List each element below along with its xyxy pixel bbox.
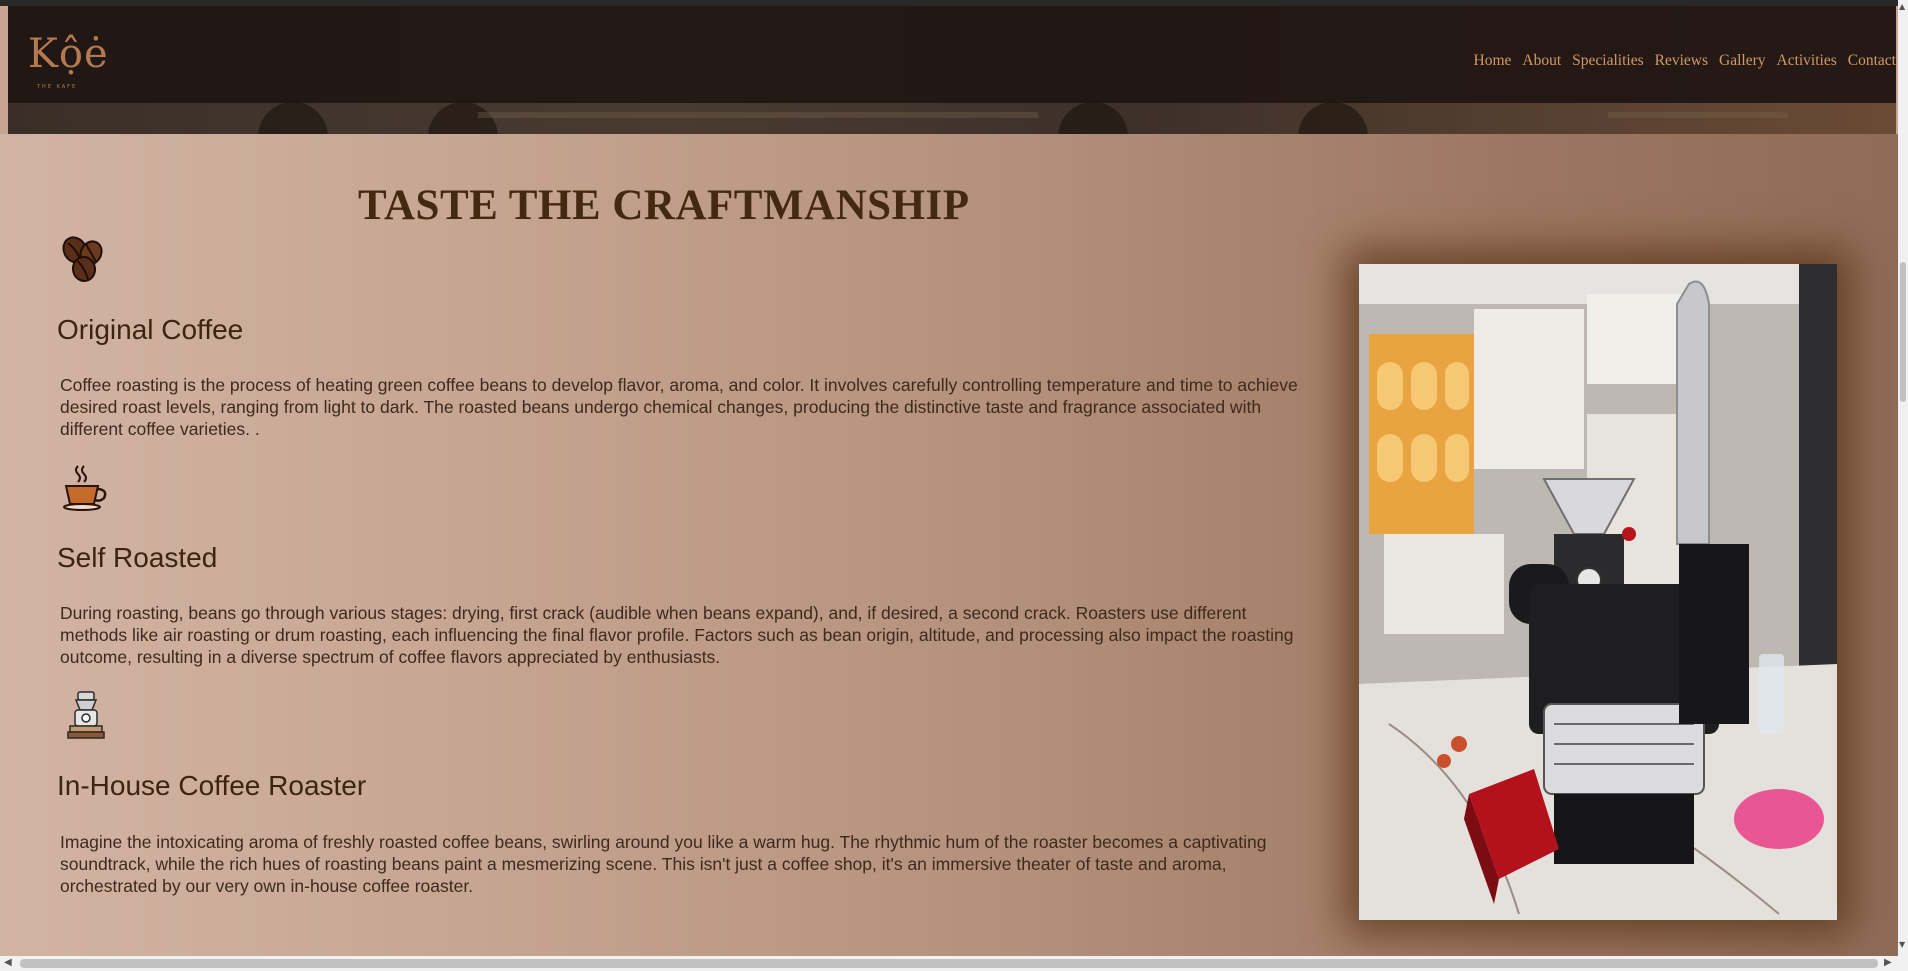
nav-specialities-link[interactable]: Specialities: [1572, 52, 1643, 70]
feature-title-original-coffee: Original Coffee: [57, 314, 244, 345]
feature-text-original-coffee: Coffee roasting is the process of heatin…: [60, 375, 1298, 439]
scroll-up-arrow-icon[interactable]: ▲: [1899, 2, 1905, 11]
hero-beam: [1608, 112, 1788, 118]
nav-gallery-link[interactable]: Gallery: [1719, 52, 1765, 70]
nav-home-link[interactable]: Home: [1474, 52, 1512, 70]
section-heading: TASTE THE CRAFTMANSHIP: [358, 182, 970, 229]
scroll-right-arrow-icon[interactable]: ▶: [1884, 957, 1892, 968]
logo-subtitle: THE KAFE: [37, 84, 78, 90]
hero-arch: [428, 102, 498, 134]
coffee-roaster-icon: [62, 690, 112, 740]
hero-arch: [1058, 102, 1128, 134]
feature-text-in-house-roaster: Imagine the intoxicating aroma of freshl…: [60, 832, 1267, 896]
vertical-scrollbar[interactable]: ▲ ▼: [1898, 0, 1908, 956]
logo-wordmark: Kộė: [28, 31, 109, 77]
feature-title-self-roasted: Self Roasted: [57, 542, 218, 573]
brand-logo[interactable]: Kộė THE KAFE: [28, 34, 124, 92]
nav-activities-link[interactable]: Activities: [1777, 52, 1837, 70]
scroll-left-arrow-icon[interactable]: ◀: [4, 957, 12, 968]
nav-reviews-link[interactable]: Reviews: [1655, 52, 1708, 70]
nav-contact-link[interactable]: Contact: [1848, 52, 1896, 70]
coffee-beans-icon: [58, 233, 108, 283]
coffee-roaster-photo: [1359, 264, 1837, 920]
feature-text-self-roasted: During roasting, beans go through variou…: [60, 603, 1294, 667]
coffee-cup-icon: [60, 462, 110, 512]
hero-beam: [478, 112, 1038, 118]
hero-arch: [258, 102, 328, 134]
nav-menu: Home About Specialities Reviews Gallery …: [1463, 52, 1896, 70]
feature-title-in-house-roaster: In-House Coffee Roaster: [57, 770, 367, 801]
horizontal-scroll-thumb[interactable]: [20, 959, 1878, 968]
scroll-down-arrow-icon[interactable]: ▼: [1899, 940, 1905, 949]
hero-arch: [1298, 102, 1368, 134]
navbar: Kộė THE KAFE Home About Specialities Rev…: [8, 6, 1896, 103]
nav-about-link[interactable]: About: [1522, 52, 1561, 70]
horizontal-scrollbar[interactable]: ◀ ▶: [0, 956, 1908, 971]
vertical-scroll-thumb[interactable]: [1900, 262, 1906, 402]
